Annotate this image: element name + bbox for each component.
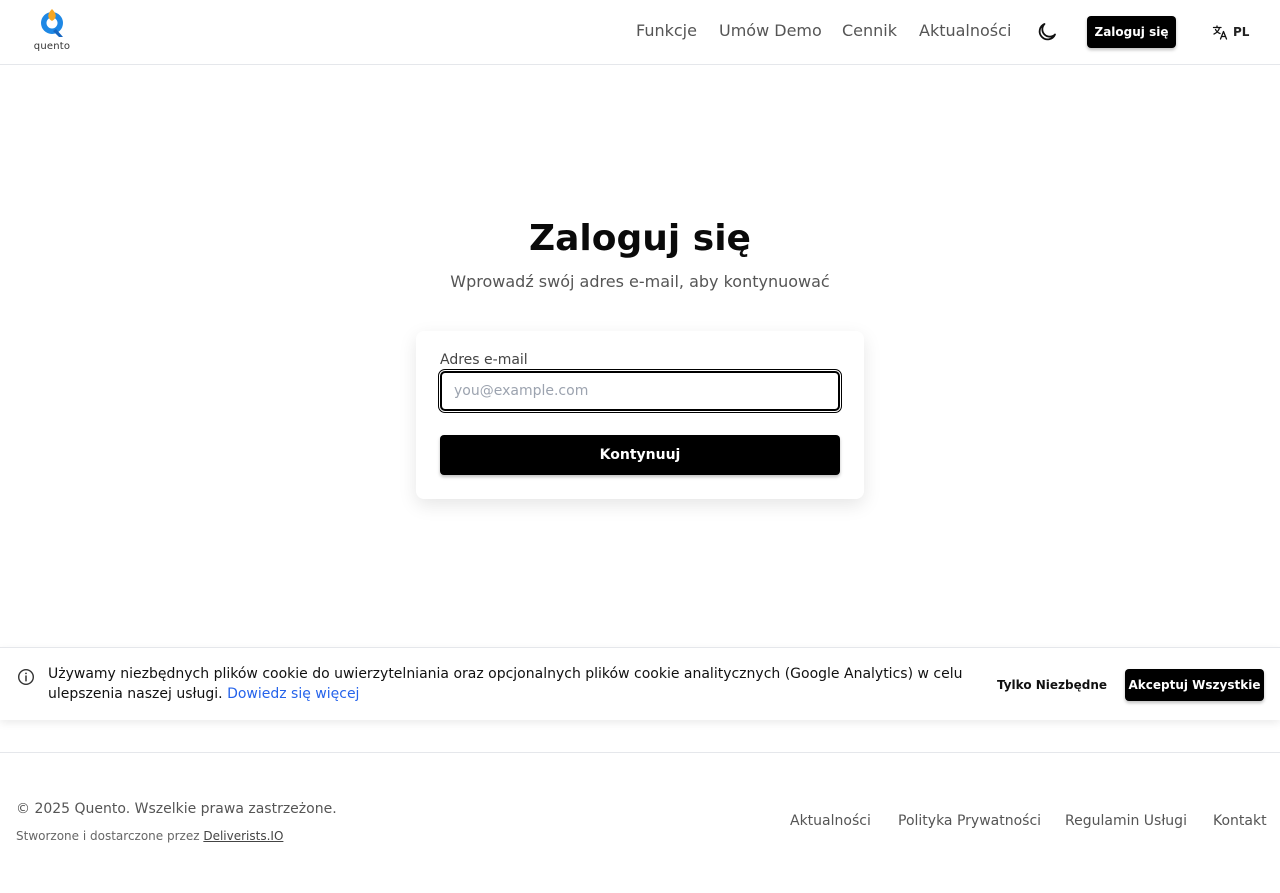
language-code: PL	[1233, 25, 1250, 39]
footer-divider	[0, 752, 1280, 753]
email-input[interactable]	[438, 369, 842, 413]
nav-link-umow-demo[interactable]: Umów Demo	[719, 21, 822, 43]
footer-link-contact[interactable]: Kontakt	[1213, 813, 1267, 829]
moon-icon	[1038, 23, 1056, 41]
accept-all-button[interactable]: Akceptuj Wszystkie	[1125, 669, 1264, 701]
login-button[interactable]: Zaloguj się	[1087, 16, 1176, 48]
page-title: Zaloguj się	[529, 218, 751, 259]
theme-toggle-button[interactable]	[1035, 20, 1059, 44]
nav-link-funkcje[interactable]: Funkcje	[636, 21, 697, 43]
login-card: Adres e-mail Kontynuuj	[416, 331, 864, 499]
footer-link-aktualnosci[interactable]: Aktualności	[790, 813, 871, 829]
top-navbar: quento Funkcje Umów Demo Cennik Aktualno…	[0, 0, 1280, 65]
page-subtitle: Wprowadź swój adres e-mail, aby kontynuo…	[450, 272, 830, 291]
credits-link[interactable]: Deliverists.IO	[203, 829, 283, 843]
cookie-banner: Używamy niezbędnych plików cookie do uwi…	[0, 647, 1280, 720]
nav-link-cennik[interactable]: Cennik	[842, 21, 897, 43]
cookie-text: Używamy niezbędnych plików cookie do uwi…	[48, 666, 963, 702]
logo-wordmark: quento	[33, 41, 71, 52]
footer-link-terms[interactable]: Regulamin Usługi	[1065, 813, 1187, 829]
cookie-message: Używamy niezbędnych plików cookie do uwi…	[48, 664, 988, 704]
credits-prefix: Stworzone i dostarczone przez	[16, 829, 200, 843]
quento-logo[interactable]: quento	[32, 7, 72, 55]
copyright-text: © 2025 Quento. Wszelkie prawa zastrzeżon…	[16, 801, 337, 817]
credits-text: Stworzone i dostarczone przez Deliverist…	[16, 829, 283, 843]
continue-button[interactable]: Kontynuuj	[440, 435, 840, 475]
translate-icon	[1212, 25, 1228, 40]
nav-link-aktualnosci[interactable]: Aktualności	[919, 21, 1011, 43]
footer-link-privacy[interactable]: Polityka Prywatności	[898, 813, 1041, 829]
language-switcher[interactable]: PL	[1212, 23, 1249, 41]
logo-mark-icon	[41, 9, 63, 37]
email-label: Adres e-mail	[440, 352, 528, 368]
learn-more-link[interactable]: Dowiedz się więcej	[227, 686, 359, 702]
info-icon	[17, 668, 35, 686]
necessary-only-button[interactable]: Tylko Niezbędne	[994, 669, 1110, 701]
